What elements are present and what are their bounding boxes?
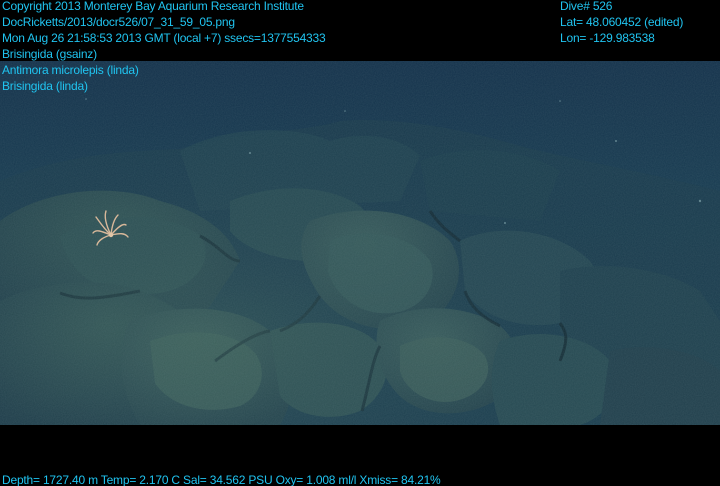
datetime-text: Mon Aug 26 21:58:53 2013 GMT (local +7) … — [2, 31, 326, 45]
latitude-text: Lat= 48.060452 (edited) — [560, 15, 684, 29]
dive-number-text: Dive# 526 — [560, 0, 613, 13]
annotation-item: Brisingida (linda) — [2, 79, 88, 93]
annotation-list: Brisingida (gsainz) Antimora microlepis … — [2, 46, 139, 94]
telemetry-text: Depth= 1727.40 m Temp= 2.170 C Sal= 34.5… — [2, 473, 441, 486]
video-frame: Copyright 2013 Monterey Bay Aquarium Res… — [0, 0, 720, 486]
seafloor-image — [0, 61, 720, 425]
telemetry-footer: Depth= 1727.40 m Temp= 2.170 C Sal= 34.5… — [2, 472, 441, 486]
copyright-text: Copyright 2013 Monterey Bay Aquarium Res… — [2, 0, 304, 13]
annotation-item: Brisingida (gsainz) — [2, 47, 97, 61]
header-right: Dive# 526 Lat= 48.060452 (edited) Lon= -… — [560, 0, 683, 46]
image-path-text: DocRicketts/2013/docr526/07_31_59_05.png — [2, 15, 235, 29]
longitude-text: Lon= -129.983538 — [560, 31, 655, 45]
annotation-item: Antimora microlepis (linda) — [2, 63, 139, 77]
header-left: Copyright 2013 Monterey Bay Aquarium Res… — [2, 0, 326, 46]
